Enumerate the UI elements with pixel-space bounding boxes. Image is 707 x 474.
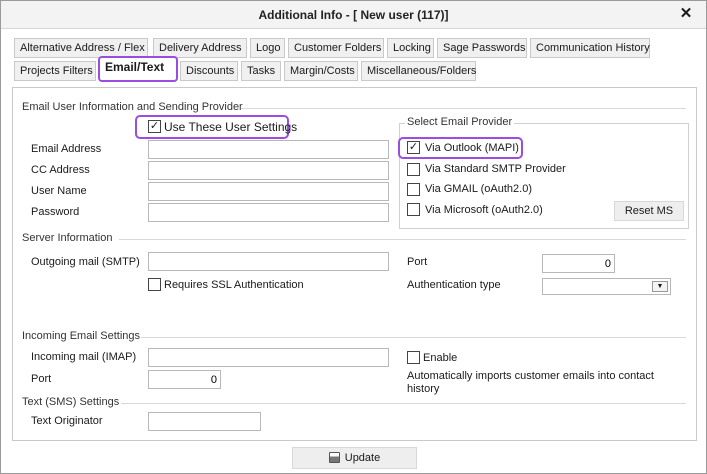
auth-type-label: Authentication type: [407, 279, 501, 291]
tab-sage-passwords[interactable]: Sage Passwords: [437, 38, 527, 58]
tab-projects-filters[interactable]: Projects Filters: [14, 61, 96, 81]
close-icon: ✕: [679, 5, 693, 22]
user-name-input[interactable]: [148, 182, 389, 201]
tab-locking[interactable]: Locking: [387, 38, 434, 58]
smtp-provider-label: Via Standard SMTP Provider: [425, 163, 566, 175]
gmail-provider-checkbox[interactable]: [407, 183, 420, 196]
check-icon: ✓: [149, 120, 160, 132]
text-originator-input[interactable]: [148, 412, 261, 431]
dialog-window: Additional Info - [ New user (117)] ✕ Al…: [0, 0, 707, 474]
smtp-provider-checkbox[interactable]: [407, 163, 420, 176]
imap-port-input[interactable]: [148, 370, 221, 389]
email-address-label: Email Address: [31, 143, 102, 155]
outlook-checkbox[interactable]: ✓: [407, 141, 420, 154]
tab-alternative-address-flex[interactable]: Alternative Address / Flex: [14, 38, 148, 58]
use-user-settings-label: Use These User Settings: [164, 120, 298, 134]
tab-customer-folders[interactable]: Customer Folders: [288, 38, 384, 58]
enable-label: Enable: [423, 352, 458, 364]
microsoft-provider-checkbox[interactable]: [407, 203, 420, 216]
tab-margin-costs[interactable]: Margin/Costs: [284, 61, 358, 81]
tab-delivery-address[interactable]: Delivery Address: [153, 38, 247, 58]
reset-ms-button[interactable]: Reset MS: [614, 201, 684, 221]
window-title: Additional Info - [ New user (117)]: [258, 8, 449, 22]
tab-logo[interactable]: Logo: [250, 38, 285, 58]
ssl-label: Requires SSL Authentication: [164, 279, 304, 291]
smtp-port-input[interactable]: [542, 254, 615, 273]
outlook-label: Via Outlook (MAPI): [425, 142, 519, 154]
floppy-disk-icon: [328, 452, 340, 463]
email-user-section-label: Email User Information and Sending Provi…: [22, 101, 243, 113]
incoming-mail-input[interactable]: [148, 348, 389, 367]
cc-address-label: CC Address: [31, 164, 90, 176]
tab-miscellaneous-folders[interactable]: Miscellaneous/Folders: [361, 61, 476, 81]
import-note: Automatically imports customer emails in…: [407, 370, 654, 395]
section-divider: [141, 337, 686, 338]
title-bar: Additional Info - [ New user (117)] ✕: [1, 1, 706, 29]
update-label: Update: [344, 452, 381, 464]
imap-port-label: Port: [31, 373, 52, 385]
close-button[interactable]: ✕: [678, 6, 694, 22]
auth-type-select[interactable]: ▼: [542, 278, 671, 295]
cc-address-input[interactable]: [148, 161, 389, 180]
section-divider: [119, 239, 686, 240]
email-provider-group-label: Select Email Provider: [405, 116, 515, 128]
update-button[interactable]: Update: [292, 447, 417, 469]
microsoft-provider-label: Via Microsoft (oAuth2.0): [425, 204, 543, 216]
password-label: Password: [31, 206, 80, 218]
tab-email-text[interactable]: Email/Text: [98, 56, 178, 82]
smtp-port-label: Port: [407, 256, 428, 268]
chevron-down-icon[interactable]: ▼: [652, 281, 668, 292]
outgoing-mail-label: Outgoing mail (SMTP): [31, 256, 140, 268]
section-divider: [121, 403, 686, 404]
check-icon: ✓: [408, 141, 419, 153]
outgoing-mail-input[interactable]: [148, 252, 389, 271]
enable-checkbox[interactable]: [407, 351, 420, 364]
section-divider: [241, 108, 686, 109]
incoming-section-label: Incoming Email Settings: [22, 330, 140, 342]
tab-communication-history[interactable]: Communication History: [530, 38, 650, 58]
incoming-mail-label: Incoming mail (IMAP): [31, 351, 137, 363]
sms-section-label: Text (SMS) Settings: [22, 396, 120, 408]
ssl-checkbox[interactable]: [148, 278, 161, 291]
tab-tasks[interactable]: Tasks: [241, 61, 281, 81]
text-originator-label: Text Originator: [31, 415, 103, 427]
email-address-input[interactable]: [148, 140, 389, 159]
password-input[interactable]: [148, 203, 389, 222]
user-name-label: User Name: [31, 185, 87, 197]
tab-discounts[interactable]: Discounts: [180, 61, 238, 81]
gmail-provider-label: Via GMAIL (oAuth2.0): [425, 183, 532, 195]
use-user-settings-checkbox[interactable]: ✓: [148, 120, 161, 133]
server-section-label: Server Information: [22, 232, 113, 244]
